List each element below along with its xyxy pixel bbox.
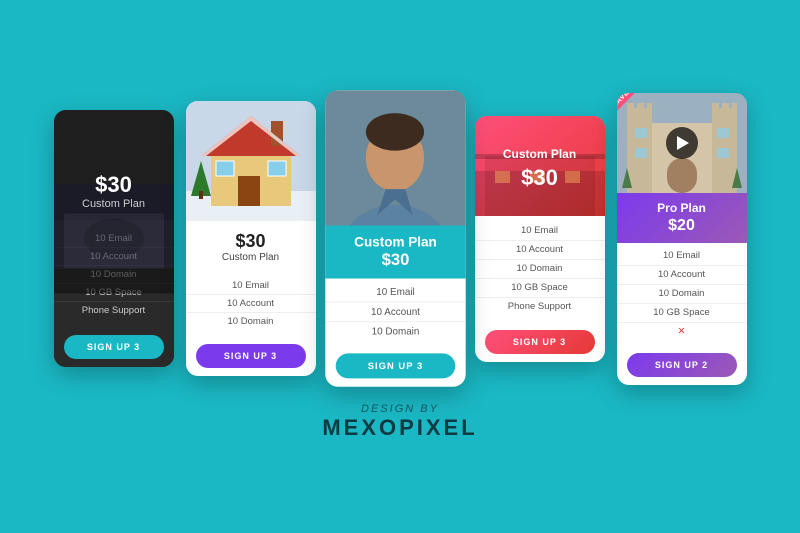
card-4-plan: Custom Plan: [485, 147, 595, 161]
card-3-info: Custom Plan $30: [325, 226, 465, 279]
card-3-image: [325, 90, 465, 225]
feature-item: 10 GB Space: [617, 304, 747, 323]
card-3-signup-button[interactable]: SIGN UP 3: [335, 353, 455, 378]
pricing-card-4: Custom Plan $30 10 Email 10 Account 10 D…: [475, 116, 605, 362]
pricing-card-2: $30 Custom Plan 10 Email 10 Account 10 D…: [186, 101, 316, 376]
pricing-card-3: Custom Plan $30 10 Email 10 Account 10 D…: [325, 90, 465, 386]
card-4-price: $30: [485, 165, 595, 191]
feature-item: Phone Support: [475, 298, 605, 316]
card-4-footer: SIGN UP 3: [475, 322, 605, 362]
feature-item: 10 Domain: [325, 322, 465, 341]
card-5-signup-button[interactable]: SIGN UP 2: [627, 353, 737, 377]
feature-item: 10 Account: [475, 241, 605, 260]
card-1-header: $30 Custom Plan: [54, 110, 174, 220]
card-2-footer: SIGN UP 3: [186, 336, 316, 376]
card-2-price: $30: [196, 231, 306, 252]
feature-item-disabled: ✕: [617, 323, 747, 341]
card-5-info: Pro Plan $20: [617, 193, 747, 243]
card-2-image: [186, 101, 316, 221]
pricing-card-5: SAVE Pro Plan $20 10 Email 10 Account 10…: [617, 93, 747, 385]
card-5-image: SAVE: [617, 93, 747, 193]
card-2-signup-button[interactable]: SIGN UP 3: [196, 344, 306, 368]
feature-item: 10 Email: [186, 277, 316, 295]
feature-item: 10 Email: [617, 247, 747, 266]
card-2-plan: Custom Plan: [196, 252, 306, 263]
card-2-features: 10 Email 10 Account 10 Domain: [186, 277, 316, 336]
feature-item: 10 Domain: [475, 260, 605, 279]
card-5-features: 10 Email 10 Account 10 Domain 10 GB Spac…: [617, 243, 747, 345]
card-3-features: 10 Email 10 Account 10 Domain: [325, 279, 465, 346]
card-3-footer: SIGN UP 3: [325, 345, 465, 387]
card-2-info: $30 Custom Plan: [186, 221, 316, 277]
card-1-price: $30: [64, 172, 164, 198]
card-4-header: Custom Plan $30: [475, 116, 605, 216]
pricing-card-1: $30 Custom Plan 10 Email 10 Account 10 D…: [54, 110, 174, 367]
play-button-icon[interactable]: [666, 127, 698, 159]
card-1-plan: Custom Plan: [64, 198, 164, 210]
feature-item: 10 Domain: [186, 313, 316, 330]
footer-branding: DESIGN BY MEXOPIXEL: [322, 403, 477, 441]
feature-item: 10 Domain: [617, 285, 747, 304]
feature-item: 10 Account: [617, 266, 747, 285]
card-5-price: $20: [625, 217, 739, 235]
card-4-signup-button[interactable]: SIGN UP 3: [485, 330, 595, 354]
card-5-plan: Pro Plan: [625, 201, 739, 215]
card-3-plan: Custom Plan: [333, 234, 457, 250]
card-4-features: 10 Email 10 Account 10 Domain 10 GB Spac…: [475, 216, 605, 322]
card-3-price: $30: [333, 252, 457, 271]
card-5-footer: SIGN UP 2: [617, 345, 747, 385]
feature-item: 10 Account: [325, 302, 465, 322]
feature-item: 10 Email: [475, 222, 605, 241]
footer-brand-name: MEXOPIXEL: [322, 415, 477, 441]
feature-item: 10 GB Space: [475, 279, 605, 298]
footer-by-text: DESIGN BY: [322, 403, 477, 415]
feature-item: 10 Email: [325, 283, 465, 303]
feature-item: 10 Account: [186, 295, 316, 313]
